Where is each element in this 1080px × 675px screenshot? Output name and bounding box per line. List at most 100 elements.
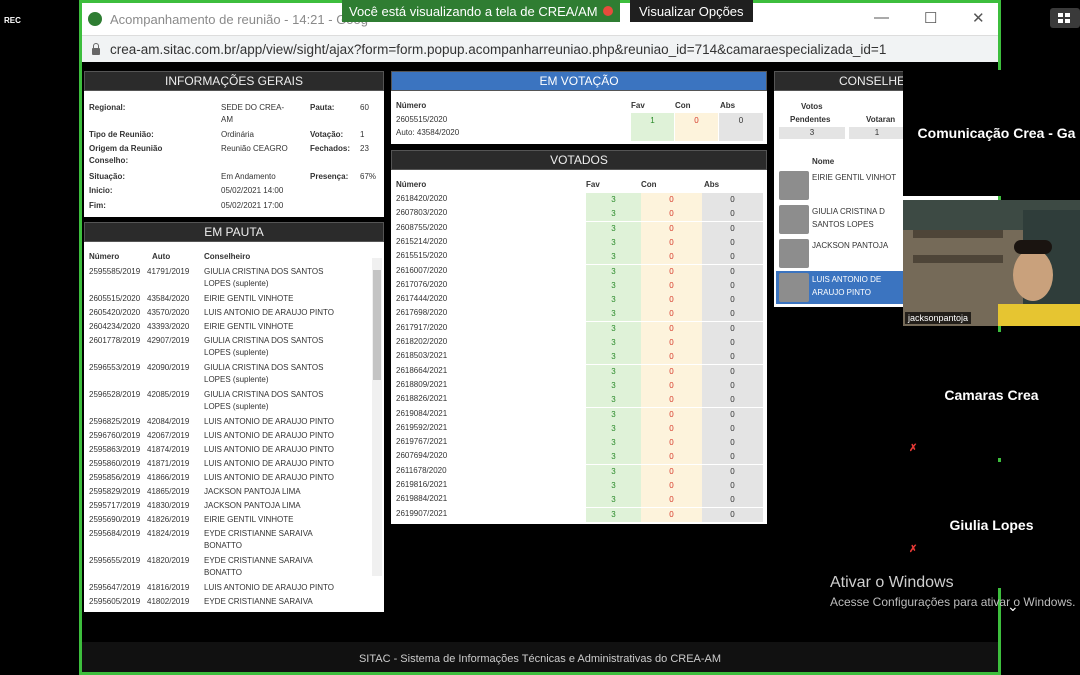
participant-tile-4[interactable]: Giulia Lopes ✗: [903, 462, 1080, 588]
pauta-panel-title: EM PAUTA: [84, 222, 384, 242]
participant-tile-3[interactable]: Camaras Crea ✗: [903, 332, 1080, 458]
grid-view-icon: [1058, 13, 1070, 23]
regional-label: Regional:: [89, 103, 126, 112]
pauta-row-auto: 41820/2019: [147, 556, 190, 565]
votacao-numero: 2605515/2020: [396, 115, 448, 124]
pauta-scrollbar[interactable]: [372, 258, 382, 576]
votados-row-abs: 0: [702, 321, 763, 336]
view-options-button[interactable]: Visualizar Opções: [630, 0, 753, 22]
presenca-value: 67%: [360, 172, 377, 181]
votados-row-numero: 2618420/2020: [396, 194, 448, 203]
close-icon[interactable]: ✕: [972, 9, 985, 27]
pauta-row-conselheiro: EIRIE GENTIL VINHOTE: [204, 294, 294, 303]
page-content: INFORMAÇÕES GERAIS Regional: SEDE DO CRE…: [82, 62, 998, 642]
votados-row-numero: 2617076/2020: [396, 279, 448, 289]
votados-row-fav: 3: [586, 350, 641, 365]
pauta-row-numero: 2605420/2020: [89, 308, 141, 317]
votados-row-con: 0: [641, 479, 702, 493]
pauta-row-numero: 2595717/2019: [89, 501, 141, 510]
pauta-row-conselheiro-cont: BONATTO: [204, 568, 242, 577]
address-url[interactable]: crea-am.sitac.com.br/app/view/sight/ajax…: [110, 42, 886, 57]
votados-row-numero: 2616007/2020: [396, 265, 448, 275]
member-name: LUIS ANTONIO DE: [812, 275, 882, 284]
pauta-row-auto: 42084/2019: [147, 417, 190, 426]
pauta-row-auto: 41824/2019: [147, 529, 190, 538]
pauta-row-numero: 2595856/2019: [89, 473, 141, 482]
votados-row-numero: 2618202/2020: [396, 337, 448, 346]
pauta-row-auto: 41874/2019: [147, 445, 190, 454]
votaram-value: 1: [849, 127, 905, 139]
votados-row-abs: 0: [702, 493, 763, 508]
pauta-col-conselheiro: Conselheiro: [204, 252, 251, 261]
votados-row-numero: 2618826/2021: [396, 394, 448, 404]
pauta-row-auto: 41871/2019: [147, 459, 190, 468]
votados-row-con: 0: [641, 207, 702, 222]
votacao-fav-value: 1: [631, 113, 674, 141]
votados-panel-title: VOTADOS: [391, 150, 767, 170]
votacao-col-abs: Abs: [720, 101, 736, 110]
participant-tile-2[interactable]: jacksonpantoja: [903, 200, 1080, 326]
votados-row-fav: 3: [586, 207, 641, 222]
pauta-row-numero: 2595605/2019: [89, 597, 141, 606]
pauta-row-conselheiro-cont: LOPES (suplente): [204, 348, 269, 357]
info-panel-title: INFORMAÇÕES GERAIS: [84, 71, 384, 91]
pauta-row-numero: 2601778/2019: [89, 336, 141, 345]
votados-row-fav: 3: [586, 450, 641, 465]
pauta-row-auto: 41791/2019: [147, 267, 190, 276]
votados-row-abs: 0: [702, 450, 763, 465]
situacao-label: Situação:: [89, 172, 126, 181]
member-avatar: [779, 273, 809, 302]
votados-row-numero: 2619907/2021: [396, 508, 448, 518]
votados-col-numero: Número: [396, 180, 427, 189]
pauta-row-conselheiro-cont: LOPES (suplente): [204, 402, 269, 411]
stop-share-icon[interactable]: [602, 6, 613, 16]
votados-row-fav: 3: [586, 421, 641, 436]
participant-video: [903, 200, 1080, 326]
pauta-row-conselheiro: EYDE CRISTIANNE SARAIVA: [204, 597, 313, 606]
view-mode-button[interactable]: [1050, 8, 1080, 28]
votados-row-con: 0: [641, 293, 702, 308]
pauta-row-conselheiro: EIRIE GENTIL VINHOTE: [204, 515, 294, 524]
pauta-row-auto: 42090/2019: [147, 363, 190, 372]
info-panel: INFORMAÇÕES GERAIS Regional: SEDE DO CRE…: [84, 71, 384, 217]
votados-row-abs: 0: [702, 278, 763, 293]
votados-row-abs: 0: [702, 378, 763, 393]
votados-row-con: 0: [641, 450, 702, 465]
watermark-title: Ativar o Windows: [830, 574, 954, 591]
votados-row-numero: 2615515/2020: [396, 251, 448, 261]
votacao-abs-value: 0: [719, 113, 763, 141]
pauta-row-conselheiro: GIULIA CRISTINA DOS SANTOS: [204, 390, 324, 399]
votados-row-con: 0: [641, 378, 702, 393]
pauta-row-numero: 2595860/2019: [89, 459, 141, 468]
pauta-row-conselheiro: LUIS ANTONIO DE ARAUJO PINTO: [204, 583, 334, 592]
maximize-icon[interactable]: ☐: [924, 9, 937, 27]
browser-tab-title: Acompanhamento de reunião - 14:21 - Goog: [110, 11, 369, 27]
participant-tile-1[interactable]: Comunicação Crea - Ga: [903, 70, 1080, 196]
votados-row-fav: 3: [586, 278, 641, 293]
minimize-icon[interactable]: —: [874, 9, 889, 26]
pauta-row-conselheiro: GIULIA CRISTINA DOS SANTOS: [204, 363, 324, 372]
votados-row-fav: 3: [586, 364, 641, 379]
windows-activation-watermark: Ativar o Windows Acesse Configurações pa…: [830, 574, 1075, 609]
votados-row-numero: 2617917/2020: [396, 322, 448, 332]
votados-row-abs: 0: [702, 336, 763, 350]
votados-row-abs: 0: [702, 393, 763, 408]
votacao-col-numero: Número: [396, 101, 427, 110]
votados-row-fav: 3: [586, 307, 641, 322]
votados-row-abs: 0: [702, 464, 763, 479]
votados-row-fav: 3: [586, 250, 641, 265]
votados-row-abs: 0: [702, 436, 763, 451]
pauta-row-auto: 41865/2019: [147, 487, 190, 496]
address-bar[interactable]: crea-am.sitac.com.br/app/view/sight/ajax…: [82, 35, 998, 62]
votacao-con-value: 0: [675, 113, 718, 141]
inicio-value: 05/02/2021 14:00: [221, 186, 284, 195]
votados-row-fav: 3: [586, 407, 641, 422]
pauta-row-numero: 2596825/2019: [89, 417, 141, 426]
votados-row-fav: 3: [586, 393, 641, 408]
votados-row-abs: 0: [702, 193, 763, 207]
pauta-scrollbar-thumb[interactable]: [373, 270, 381, 380]
votados-row-abs: 0: [702, 250, 763, 265]
pauta-row-conselheiro: JACKSON PANTOJA LIMA: [204, 501, 301, 510]
participant-name-4: Giulia Lopes: [949, 517, 1034, 533]
votados-row-abs: 0: [702, 479, 763, 493]
